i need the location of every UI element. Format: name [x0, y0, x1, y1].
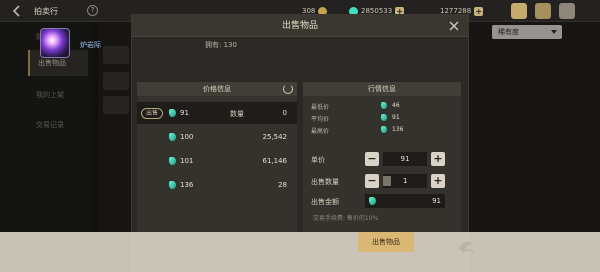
- price-value: 100: [180, 133, 194, 141]
- decrease-quantity-button[interactable]: −: [365, 174, 379, 188]
- menu-icon[interactable]: [559, 3, 575, 19]
- price-row[interactable]: 136 28: [137, 174, 297, 196]
- page-title: 拍卖行: [34, 7, 58, 16]
- total-label: 出售金额: [311, 198, 339, 206]
- sell-tag: 出售: [141, 108, 163, 119]
- quantity-value: 61,146: [262, 157, 288, 165]
- mail-icon[interactable]: [511, 3, 527, 19]
- quantity-value: 1: [403, 177, 408, 185]
- back-arrow-icon[interactable]: [10, 4, 24, 18]
- total-amount: 91: [365, 194, 445, 208]
- price-row[interactable]: 100 25,542: [137, 126, 297, 148]
- quantity-value: 0: [282, 109, 287, 117]
- fee-note: 交易手续费: 售价的10%: [313, 215, 379, 222]
- help-icon[interactable]: ?: [87, 5, 98, 16]
- add-currency-button[interactable]: +: [474, 6, 484, 16]
- gem-icon: [169, 133, 176, 141]
- watermark-text: 脉冲手游网: [476, 242, 566, 263]
- dialog-title: 出售物品: [132, 15, 468, 37]
- unit-price-stepper: − 91 +: [365, 152, 445, 166]
- item-name: 炉岩际: [80, 41, 101, 49]
- price-info-title: 价格信息: [137, 82, 297, 96]
- price-row[interactable]: 出售 91 数量 0: [137, 102, 297, 124]
- owned-count: 拥有: 130: [205, 41, 237, 49]
- price-row[interactable]: 101 61,146: [137, 150, 297, 172]
- increase-quantity-button[interactable]: +: [431, 174, 445, 188]
- gem-icon: [169, 181, 176, 189]
- price-value: 136: [180, 181, 194, 189]
- bag-icon[interactable]: [535, 3, 551, 19]
- quantity-label: 数量: [230, 110, 244, 118]
- watermark-logo-icon: [455, 236, 477, 258]
- quantity-value: 28: [278, 181, 287, 189]
- price-value: 91: [180, 109, 189, 117]
- item-thumbnail: [40, 28, 70, 58]
- market-info-title: 行情信息: [303, 82, 461, 96]
- increase-price-button[interactable]: +: [431, 152, 445, 166]
- price-info-panel: 价格信息 出售 91 数量 0 100 25,542 101 61,146 13…: [137, 82, 297, 232]
- refresh-icon[interactable]: [283, 84, 293, 94]
- unit-price-input[interactable]: 91: [383, 152, 427, 166]
- max-price-row: 最高价 136: [311, 126, 404, 135]
- quantity-value: 25,542: [262, 133, 288, 141]
- sell-quantity-label: 出售数量: [311, 178, 339, 186]
- gem-icon: [381, 114, 387, 121]
- price-value: 101: [180, 157, 194, 165]
- close-icon[interactable]: [447, 19, 461, 33]
- min-price-row: 最低价 46: [311, 102, 400, 111]
- gem-icon: [369, 197, 376, 205]
- gem-icon: [169, 109, 176, 117]
- gem-icon: [169, 157, 176, 165]
- sell-item-button[interactable]: 出售物品: [358, 232, 414, 252]
- market-info-panel: 行情信息 最低价 46 平均价 91 最高价 136 单价 − 91 + 出售数…: [303, 82, 461, 232]
- gem-icon: [381, 126, 387, 133]
- total-value: 91: [432, 197, 441, 205]
- sell-quantity-stepper: − 1 +: [365, 174, 445, 188]
- avg-price-row: 平均价 91: [311, 114, 400, 123]
- quantity-slider[interactable]: 1: [383, 174, 427, 188]
- unit-price-label: 单价: [311, 156, 325, 164]
- slider-thumb[interactable]: [383, 176, 391, 186]
- gem-icon: [381, 102, 387, 109]
- decrease-price-button[interactable]: −: [365, 152, 379, 166]
